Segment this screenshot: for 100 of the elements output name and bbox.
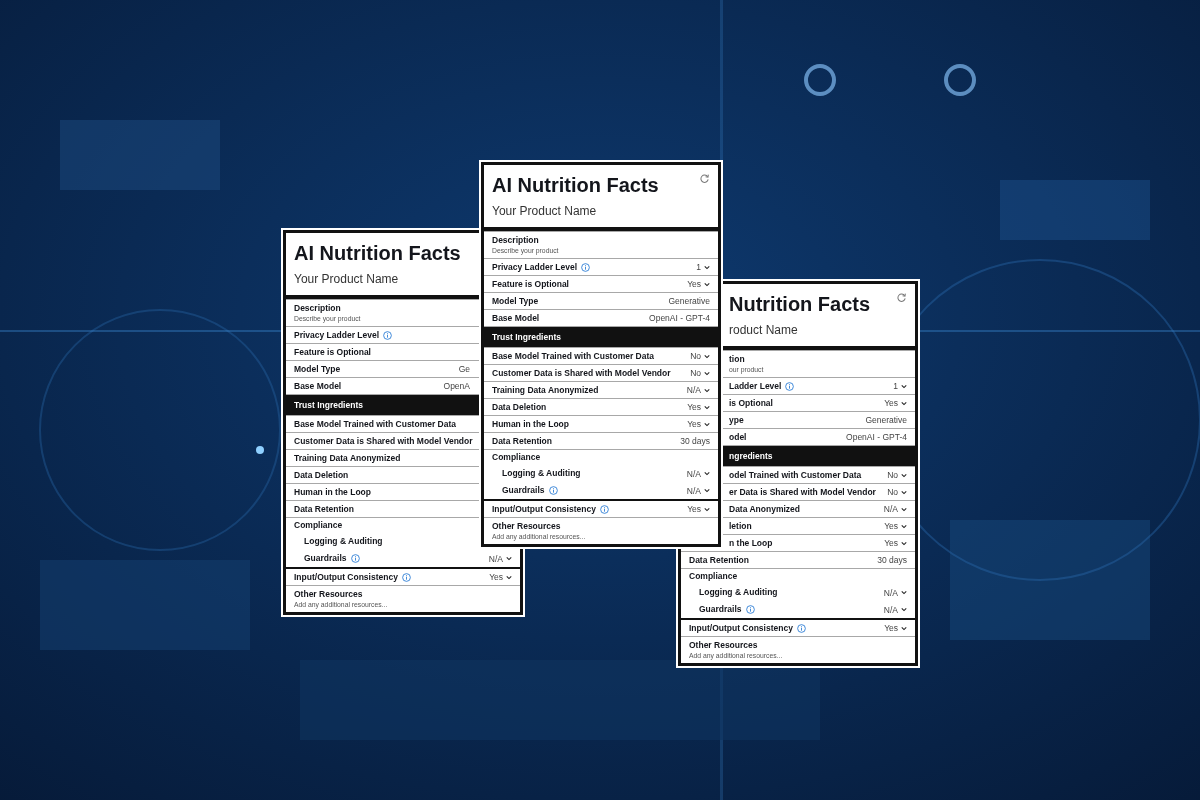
- row-label: Compliance: [294, 520, 343, 531]
- row-label: Privacy Ladder Level: [294, 329, 380, 341]
- row-label: Ladder Level: [729, 380, 782, 392]
- dropdown[interactable]: N/A: [686, 468, 710, 479]
- row-label: n the Loop: [729, 537, 773, 549]
- row-value: 30 days: [680, 436, 710, 446]
- row-label: Input/Output Consistency: [689, 622, 793, 634]
- row-value: 30 days: [877, 555, 907, 565]
- chevron-down-icon: [901, 607, 907, 612]
- dropdown[interactable]: Yes: [687, 402, 710, 412]
- dropdown[interactable]: Yes: [884, 623, 907, 633]
- dropdown[interactable]: N/A: [883, 504, 907, 514]
- chevron-down-icon: [901, 400, 907, 406]
- row-label: Model Type: [294, 363, 341, 375]
- row-label: Base Model Trained with Customer Data: [294, 418, 456, 430]
- info-icon[interactable]: [581, 262, 591, 272]
- card-title: AI Nutrition Facts: [294, 241, 461, 266]
- row-label: er Data is Shared with Model Vendor: [729, 486, 876, 498]
- refresh-icon[interactable]: [699, 173, 710, 184]
- chevron-down-icon: [901, 590, 907, 595]
- dropdown[interactable]: Yes: [884, 521, 907, 531]
- row-label: Data Deletion: [294, 469, 349, 481]
- dropdown[interactable]: N/A: [488, 553, 512, 564]
- info-icon[interactable]: [745, 605, 755, 614]
- row-label: is Optional: [729, 397, 773, 409]
- row-label: Guardrails: [699, 604, 742, 615]
- dropdown[interactable]: N/A: [686, 485, 710, 496]
- row-label: Training Data Anonymized: [294, 452, 401, 464]
- row-label: Guardrails: [502, 485, 545, 496]
- product-name: Your Product Name: [492, 203, 597, 219]
- dropdown[interactable]: Yes: [489, 572, 512, 582]
- row-label: odel Trained with Customer Data: [729, 469, 862, 481]
- row-label: odel: [729, 431, 747, 443]
- row-value: Generative: [668, 296, 710, 306]
- row-label: Logging & Auditing: [502, 468, 581, 479]
- row-value: OpenAI - GPT-4: [649, 313, 710, 323]
- dropdown[interactable]: Yes: [687, 419, 710, 429]
- chevron-down-icon: [506, 556, 512, 561]
- dropdown[interactable]: No: [887, 470, 907, 480]
- row-label: Human in the Loop: [294, 486, 371, 498]
- dropdown[interactable]: Yes: [687, 504, 710, 514]
- chevron-down-icon: [704, 404, 710, 410]
- chevron-down-icon: [901, 489, 907, 495]
- dropdown[interactable]: Yes: [884, 398, 907, 408]
- row-label: ype: [729, 414, 744, 426]
- dropdown[interactable]: 1: [893, 381, 907, 391]
- dropdown[interactable]: Yes: [884, 538, 907, 548]
- product-name: roduct Name: [729, 322, 798, 338]
- row-label: Model Type: [492, 295, 539, 307]
- info-icon[interactable]: [401, 572, 411, 582]
- row-label: Other Resources: [492, 521, 561, 532]
- chevron-down-icon: [704, 506, 710, 512]
- row-label: Other Resources: [689, 640, 758, 651]
- dropdown[interactable]: 1: [696, 262, 710, 272]
- row-value: Ge: [458, 364, 470, 374]
- row-label: Logging & Auditing: [699, 587, 778, 598]
- row-label: Description: [492, 235, 539, 246]
- chevron-down-icon: [704, 281, 710, 287]
- row-label: Privacy Ladder Level: [492, 261, 578, 273]
- section-header: Trust Ingredients: [484, 326, 718, 347]
- info-icon[interactable]: [599, 504, 609, 514]
- refresh-icon[interactable]: [896, 292, 907, 303]
- card-title: AI Nutrition Facts: [492, 173, 659, 198]
- chevron-down-icon: [704, 387, 710, 393]
- chevron-down-icon: [704, 421, 710, 427]
- dropdown[interactable]: No: [887, 487, 907, 497]
- dropdown[interactable]: Yes: [687, 279, 710, 289]
- row-label: Data Retention: [689, 554, 749, 566]
- chevron-down-icon: [704, 488, 710, 493]
- row-value: Generative: [865, 415, 907, 425]
- row-label: Data Retention: [294, 503, 354, 515]
- row-value: OpenA: [443, 381, 470, 391]
- row-label: tion: [729, 354, 745, 365]
- row-label: Description: [294, 303, 341, 314]
- chevron-down-icon: [901, 506, 907, 512]
- row-label: Data Retention: [492, 435, 552, 447]
- chevron-down-icon: [704, 264, 710, 270]
- info-icon[interactable]: [796, 623, 806, 633]
- row-label: Base Model: [492, 312, 540, 324]
- info-icon[interactable]: [350, 554, 360, 563]
- chevron-down-icon: [704, 370, 710, 376]
- dropdown[interactable]: N/A: [686, 385, 710, 395]
- info-icon[interactable]: [383, 330, 393, 340]
- dropdown[interactable]: No: [690, 368, 710, 378]
- dropdown[interactable]: No: [690, 351, 710, 361]
- chevron-down-icon: [506, 574, 512, 580]
- row-label: Input/Output Consistency: [294, 571, 398, 583]
- chevron-down-icon: [704, 471, 710, 476]
- row-label: Data Anonymized: [729, 503, 800, 515]
- chevron-down-icon: [901, 523, 907, 529]
- row-label: Training Data Anonymized: [492, 384, 599, 396]
- row-label: Compliance: [689, 571, 738, 582]
- dropdown[interactable]: N/A: [883, 587, 907, 598]
- row-label: Feature is Optional: [294, 346, 371, 358]
- info-icon[interactable]: [548, 486, 558, 495]
- dropdown[interactable]: N/A: [883, 604, 907, 615]
- info-icon[interactable]: [785, 381, 795, 391]
- row-label: Compliance: [492, 452, 541, 463]
- row-label: Feature is Optional: [492, 278, 569, 290]
- row-value: OpenAI - GPT-4: [846, 432, 907, 442]
